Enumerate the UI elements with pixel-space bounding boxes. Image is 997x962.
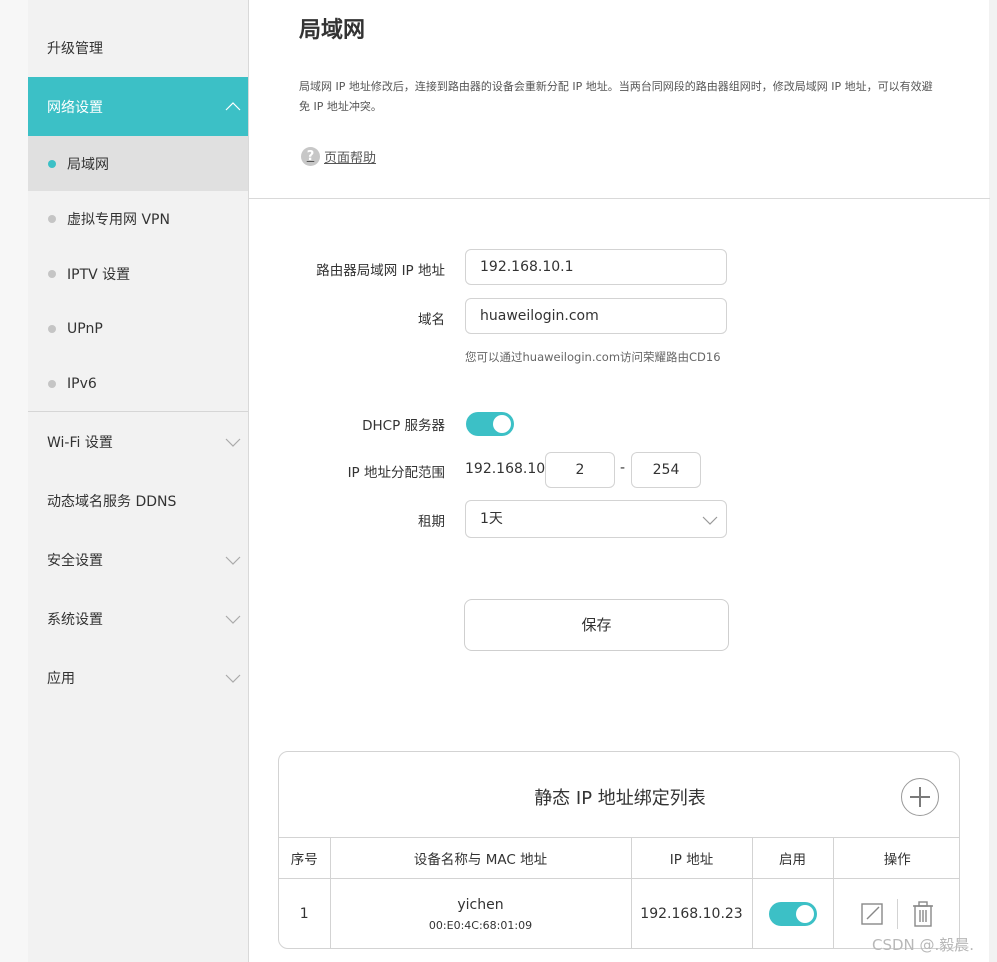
column-header: 启用 [752, 837, 834, 879]
device-mac: 00:E0:4C:68:01:09 [428, 918, 533, 932]
ip-range-start-input[interactable]: 2 [545, 452, 615, 488]
bullet-dot-icon [48, 159, 56, 168]
sidebar-item-label: 升级管理 [47, 40, 103, 57]
trash-icon[interactable] [910, 900, 936, 928]
domain-label: 域名 [418, 312, 445, 328]
sidebar-item-wifi-settings[interactable]: Wi-Fi 设置 [28, 412, 248, 471]
help-label: 页面帮助 [324, 151, 377, 166]
ip-range-dash: - [620, 460, 626, 476]
lease-selected-value: 1天 [480, 511, 503, 527]
router-admin-page: 升级管理 网络设置 局域网 虚拟专用网 VPN IPTV 设置 UPnP IPv… [0, 0, 997, 962]
dhcp-label: DHCP 服务器 [362, 418, 445, 434]
actions-divider [896, 899, 898, 930]
chevron-down-icon [225, 438, 241, 447]
column-header: 序号 [279, 837, 331, 879]
column-header: 操作 [833, 837, 959, 879]
ip-range-label: IP 地址分配范围 [347, 465, 445, 481]
enable-cell [752, 878, 834, 948]
static-ip-title: 静态 IP 地址绑定列表 [534, 788, 706, 809]
sidebar-item-apps[interactable]: 应用 [28, 648, 248, 707]
static-ip-table: 序号 设备名称与 MAC 地址 IP 地址 启用 操作 1 yichen 00:… [279, 837, 959, 948]
sidebar-item-label: 安全设置 [47, 552, 103, 569]
edit-icon[interactable] [859, 901, 885, 927]
toggle-knob [493, 415, 511, 433]
toggle-knob [795, 905, 814, 924]
table-header-row: 序号 设备名称与 MAC 地址 IP 地址 启用 操作 [279, 837, 959, 879]
sidebar-subitem-iptv[interactable]: IPTV 设置 [28, 246, 248, 301]
chevron-down-icon [225, 556, 241, 565]
sidebar-item-security-settings[interactable]: 安全设置 [28, 530, 248, 589]
lan-ip-label: 路由器局域网 IP 地址 [316, 263, 445, 279]
column-header: IP 地址 [631, 837, 753, 879]
dhcp-toggle[interactable] [466, 412, 514, 436]
sidebar-subitem-label: IPTV 设置 [67, 266, 131, 283]
sidebar: 升级管理 网络设置 局域网 虚拟专用网 VPN IPTV 设置 UPnP IPv… [28, 0, 248, 962]
section-divider [249, 198, 990, 199]
page-help-link[interactable]: ? 页面帮助 [301, 147, 376, 166]
page-title: 局域网 [299, 18, 366, 43]
lease-label: 租期 [418, 514, 445, 530]
chevron-up-icon [225, 101, 241, 110]
bullet-dot-icon [48, 324, 56, 333]
sidebar-item-label: 网络设置 [47, 99, 103, 116]
sidebar-subitem-label: 虚拟专用网 VPN [67, 211, 170, 228]
save-button[interactable]: 保存 [464, 599, 729, 651]
sidebar-item-system-settings[interactable]: 系统设置 [28, 589, 248, 648]
sidebar-item-upgrade[interactable]: 升级管理 [28, 18, 248, 77]
sidebar-subitem-ipv6[interactable]: IPv6 [28, 356, 248, 411]
chevron-down-icon [225, 615, 241, 624]
row-index: 1 [279, 878, 331, 948]
device-name: yichen [457, 896, 504, 913]
ip-range-prefix: 192.168.10. [465, 461, 550, 477]
sidebar-subitem-upnp[interactable]: UPnP [28, 301, 248, 356]
main-panel: 局域网 局域网 IP 地址修改后，连接到路由器的设备会重新分配 IP 地址。当两… [248, 0, 990, 962]
static-ip-card: 静态 IP 地址绑定列表 序号 设备名称与 MAC 地址 IP 地址 启用 操作… [278, 751, 960, 949]
sidebar-item-label: 应用 [47, 670, 75, 687]
domain-input[interactable]: huaweilogin.com [465, 298, 727, 334]
bullet-dot-icon [48, 214, 56, 223]
sidebar-subitem-lan[interactable]: 局域网 [28, 136, 248, 191]
sidebar-subitem-vpn[interactable]: 虚拟专用网 VPN [28, 191, 248, 246]
sidebar-item-label: 系统设置 [47, 611, 103, 628]
row-enable-toggle[interactable] [768, 902, 817, 927]
sidebar-item-label: Wi-Fi 设置 [47, 434, 113, 451]
sidebar-item-ddns[interactable]: 动态域名服务 DDNS [28, 471, 248, 530]
left-margin [0, 0, 28, 962]
sidebar-subitem-label: IPv6 [67, 375, 97, 392]
add-plus-icon[interactable] [901, 778, 939, 816]
device-cell: yichen 00:E0:4C:68:01:09 [330, 878, 632, 948]
sidebar-subitem-label: 局域网 [67, 156, 109, 173]
device-ip: 192.168.10.23 [631, 878, 753, 948]
page-description: 局域网 IP 地址修改后，连接到路由器的设备会重新分配 IP 地址。当两台同网段… [299, 80, 933, 113]
domain-hint: 您可以通过huaweilogin.com访问荣耀路由CD16 [465, 350, 721, 364]
ip-range-end-input[interactable]: 254 [631, 452, 701, 488]
bullet-dot-icon [48, 379, 56, 388]
chevron-down-icon [225, 674, 241, 683]
column-header: 设备名称与 MAC 地址 [330, 837, 632, 879]
help-icon: ? [301, 147, 320, 166]
bullet-dot-icon [48, 269, 56, 278]
sidebar-item-label: 动态域名服务 DDNS [47, 493, 177, 510]
sidebar-subitem-label: UPnP [67, 320, 103, 337]
lan-ip-input[interactable]: 192.168.10.1 [465, 249, 727, 285]
chevron-down-icon [702, 516, 718, 525]
sidebar-item-network-settings[interactable]: 网络设置 [28, 77, 248, 136]
table-row: 1 yichen 00:E0:4C:68:01:09 192.168.10.23 [279, 878, 959, 948]
lease-select[interactable]: 1天 [465, 500, 727, 538]
watermark: CSDN @.毅晨. [872, 936, 975, 954]
